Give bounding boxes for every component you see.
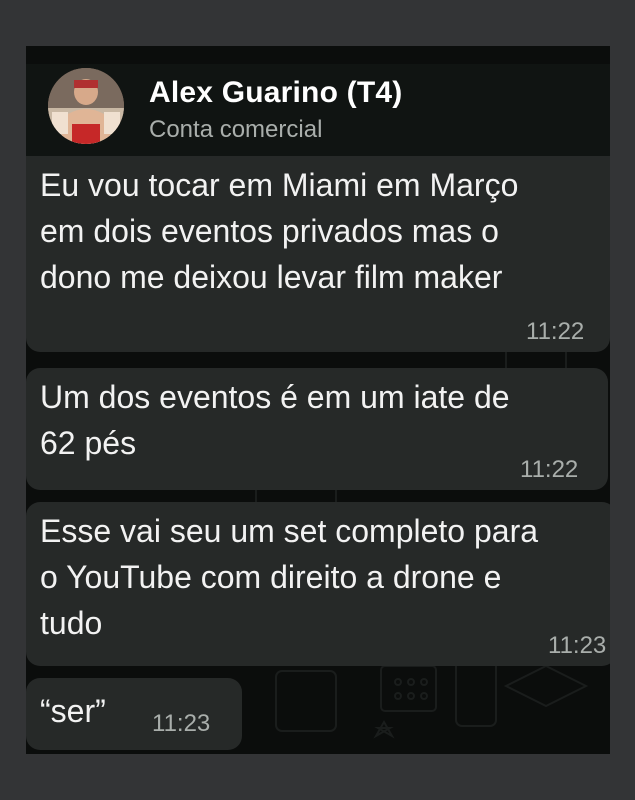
message-line: tudo bbox=[40, 605, 103, 641]
contact-avatar[interactable] bbox=[48, 68, 124, 144]
chat-header[interactable]: Alex Guarino (T4) Conta comercial bbox=[26, 64, 610, 158]
avatar-photo bbox=[48, 68, 124, 144]
message-text: “ser” bbox=[40, 688, 106, 734]
chat-screen: Alex Guarino (T4) Conta comercial Eu vou… bbox=[26, 46, 610, 754]
message-line: em dois eventos privados mas o bbox=[40, 213, 499, 249]
message-bubble[interactable]: Eu vou tocar em Miami em Março em dois e… bbox=[26, 156, 610, 352]
contact-name[interactable]: Alex Guarino (T4) bbox=[149, 76, 402, 110]
message-text: Um dos eventos é em um iate de 62 pés bbox=[40, 374, 510, 466]
message-text: Esse vai seu um set completo para o YouT… bbox=[40, 508, 538, 646]
message-time: 11:22 bbox=[520, 456, 579, 483]
message-line: Eu vou tocar em Miami em Março bbox=[40, 167, 519, 203]
message-time: 11:23 bbox=[548, 632, 607, 659]
message-line: “ser” bbox=[40, 693, 106, 729]
message-bubble[interactable]: Um dos eventos é em um iate de 62 pés 11… bbox=[26, 368, 608, 490]
message-time: 11:22 bbox=[526, 318, 585, 345]
message-bubble[interactable]: “ser” 11:23 bbox=[26, 678, 242, 750]
message-line: dono me deixou levar film maker bbox=[40, 259, 503, 295]
message-line: Um dos eventos é em um iate de bbox=[40, 379, 510, 415]
message-time: 11:23 bbox=[152, 710, 211, 737]
message-line: Esse vai seu um set completo para bbox=[40, 513, 539, 549]
message-bubble[interactable]: Esse vai seu um set completo para o YouT… bbox=[26, 502, 610, 666]
message-text: Eu vou tocar em Miami em Março em dois e… bbox=[40, 162, 518, 300]
message-line: o YouTube com direito a drone e bbox=[40, 559, 502, 595]
message-line: 62 pés bbox=[40, 425, 137, 461]
business-account-label: Conta comercial bbox=[149, 116, 323, 143]
